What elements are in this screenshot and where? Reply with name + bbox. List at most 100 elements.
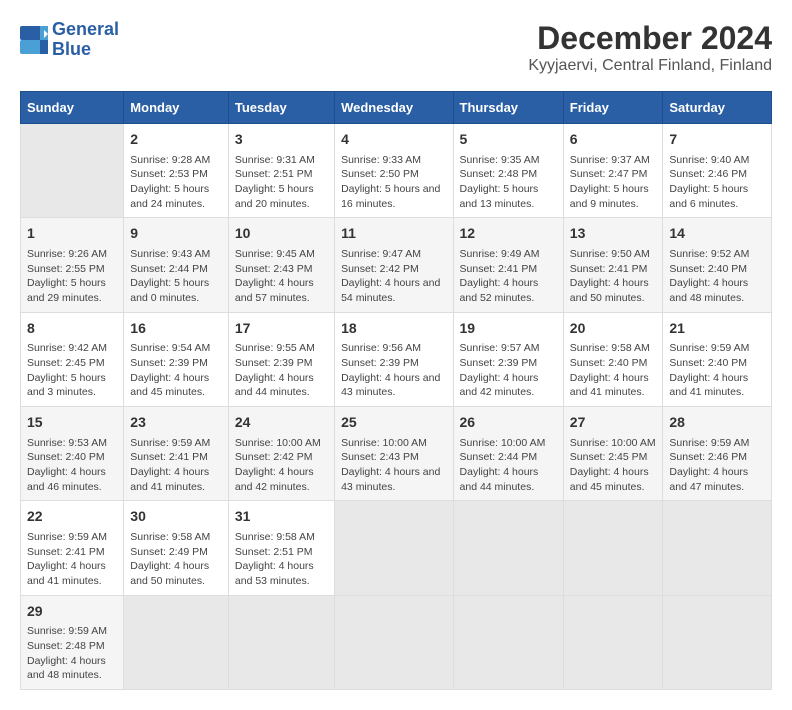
day-info: Sunrise: 9:37 AM Sunset: 2:47 PM Dayligh… (570, 153, 657, 212)
calendar-cell: 30 Sunrise: 9:58 AM Sunset: 2:49 PM Dayl… (124, 501, 229, 595)
col-monday: Monday (124, 92, 229, 124)
calendar-table: Sunday Monday Tuesday Wednesday Thursday… (20, 91, 772, 690)
calendar-cell: 2 Sunrise: 9:28 AM Sunset: 2:53 PM Dayli… (124, 124, 229, 218)
day-number: 26 (460, 413, 557, 433)
day-number: 13 (570, 224, 657, 244)
calendar-cell: 8 Sunrise: 9:42 AM Sunset: 2:45 PM Dayli… (21, 312, 124, 406)
title-section: December 2024 Kyyjaervi, Central Finland… (528, 20, 772, 75)
calendar-row: 8 Sunrise: 9:42 AM Sunset: 2:45 PM Dayli… (21, 312, 772, 406)
day-number: 17 (235, 319, 328, 339)
calendar-cell (335, 501, 453, 595)
day-number: 22 (27, 507, 117, 527)
calendar-cell: 4 Sunrise: 9:33 AM Sunset: 2:50 PM Dayli… (335, 124, 453, 218)
calendar-cell: 7 Sunrise: 9:40 AM Sunset: 2:46 PM Dayli… (663, 124, 772, 218)
day-info: Sunrise: 9:59 AM Sunset: 2:41 PM Dayligh… (27, 530, 117, 589)
calendar-row: 22 Sunrise: 9:59 AM Sunset: 2:41 PM Dayl… (21, 501, 772, 595)
day-number: 23 (130, 413, 222, 433)
col-thursday: Thursday (453, 92, 563, 124)
day-info: Sunrise: 10:00 AM Sunset: 2:44 PM Daylig… (460, 436, 557, 495)
calendar-cell: 3 Sunrise: 9:31 AM Sunset: 2:51 PM Dayli… (228, 124, 334, 218)
logo: General Blue (20, 20, 119, 60)
col-wednesday: Wednesday (335, 92, 453, 124)
calendar-cell: 27 Sunrise: 10:00 AM Sunset: 2:45 PM Day… (563, 407, 663, 501)
day-number: 19 (460, 319, 557, 339)
calendar-cell (335, 595, 453, 689)
calendar-cell: 9 Sunrise: 9:43 AM Sunset: 2:44 PM Dayli… (124, 218, 229, 312)
day-number: 12 (460, 224, 557, 244)
calendar-cell: 31 Sunrise: 9:58 AM Sunset: 2:51 PM Dayl… (228, 501, 334, 595)
day-info: Sunrise: 10:00 AM Sunset: 2:42 PM Daylig… (235, 436, 328, 495)
calendar-cell: 29 Sunrise: 9:59 AM Sunset: 2:48 PM Dayl… (21, 595, 124, 689)
calendar-cell: 22 Sunrise: 9:59 AM Sunset: 2:41 PM Dayl… (21, 501, 124, 595)
day-number: 4 (341, 130, 446, 150)
day-number: 1 (27, 224, 117, 244)
day-info: Sunrise: 9:40 AM Sunset: 2:46 PM Dayligh… (669, 153, 765, 212)
calendar-cell (453, 595, 563, 689)
calendar-cell: 21 Sunrise: 9:59 AM Sunset: 2:40 PM Dayl… (663, 312, 772, 406)
day-info: Sunrise: 9:52 AM Sunset: 2:40 PM Dayligh… (669, 247, 765, 306)
day-info: Sunrise: 9:59 AM Sunset: 2:40 PM Dayligh… (669, 341, 765, 400)
day-info: Sunrise: 9:45 AM Sunset: 2:43 PM Dayligh… (235, 247, 328, 306)
calendar-cell: 13 Sunrise: 9:50 AM Sunset: 2:41 PM Dayl… (563, 218, 663, 312)
calendar-cell (228, 595, 334, 689)
calendar-cell (663, 501, 772, 595)
day-info: Sunrise: 9:31 AM Sunset: 2:51 PM Dayligh… (235, 153, 328, 212)
day-number: 10 (235, 224, 328, 244)
day-info: Sunrise: 10:00 AM Sunset: 2:45 PM Daylig… (570, 436, 657, 495)
calendar-row: 15 Sunrise: 9:53 AM Sunset: 2:40 PM Dayl… (21, 407, 772, 501)
calendar-cell: 12 Sunrise: 9:49 AM Sunset: 2:41 PM Dayl… (453, 218, 563, 312)
calendar-cell: 5 Sunrise: 9:35 AM Sunset: 2:48 PM Dayli… (453, 124, 563, 218)
calendar-cell: 14 Sunrise: 9:52 AM Sunset: 2:40 PM Dayl… (663, 218, 772, 312)
calendar-cell: 6 Sunrise: 9:37 AM Sunset: 2:47 PM Dayli… (563, 124, 663, 218)
header-row: Sunday Monday Tuesday Wednesday Thursday… (21, 92, 772, 124)
day-number: 7 (669, 130, 765, 150)
day-number: 27 (570, 413, 657, 433)
day-info: Sunrise: 9:43 AM Sunset: 2:44 PM Dayligh… (130, 247, 222, 306)
day-number: 21 (669, 319, 765, 339)
day-info: Sunrise: 9:42 AM Sunset: 2:45 PM Dayligh… (27, 341, 117, 400)
day-number: 8 (27, 319, 117, 339)
day-info: Sunrise: 9:55 AM Sunset: 2:39 PM Dayligh… (235, 341, 328, 400)
day-number: 3 (235, 130, 328, 150)
top-header: General Blue December 2024 Kyyjaervi, Ce… (20, 20, 772, 83)
calendar-cell: 10 Sunrise: 9:45 AM Sunset: 2:43 PM Dayl… (228, 218, 334, 312)
col-sunday: Sunday (21, 92, 124, 124)
page-container: General Blue December 2024 Kyyjaervi, Ce… (20, 20, 772, 690)
day-number: 14 (669, 224, 765, 244)
day-info: Sunrise: 9:56 AM Sunset: 2:39 PM Dayligh… (341, 341, 446, 400)
day-number: 6 (570, 130, 657, 150)
day-number: 16 (130, 319, 222, 339)
calendar-cell: 1 Sunrise: 9:26 AM Sunset: 2:55 PM Dayli… (21, 218, 124, 312)
calendar-cell (124, 595, 229, 689)
col-friday: Friday (563, 92, 663, 124)
main-title: December 2024 (528, 20, 772, 57)
calendar-cell: 25 Sunrise: 10:00 AM Sunset: 2:43 PM Day… (335, 407, 453, 501)
day-info: Sunrise: 9:49 AM Sunset: 2:41 PM Dayligh… (460, 247, 557, 306)
day-info: Sunrise: 9:33 AM Sunset: 2:50 PM Dayligh… (341, 153, 446, 212)
day-info: Sunrise: 9:28 AM Sunset: 2:53 PM Dayligh… (130, 153, 222, 212)
day-info: Sunrise: 9:58 AM Sunset: 2:49 PM Dayligh… (130, 530, 222, 589)
calendar-cell (453, 501, 563, 595)
day-number: 31 (235, 507, 328, 527)
day-info: Sunrise: 9:54 AM Sunset: 2:39 PM Dayligh… (130, 341, 222, 400)
calendar-cell (663, 595, 772, 689)
calendar-cell: 24 Sunrise: 10:00 AM Sunset: 2:42 PM Day… (228, 407, 334, 501)
calendar-cell (563, 501, 663, 595)
calendar-cell: 17 Sunrise: 9:55 AM Sunset: 2:39 PM Dayl… (228, 312, 334, 406)
col-saturday: Saturday (663, 92, 772, 124)
day-info: Sunrise: 9:59 AM Sunset: 2:46 PM Dayligh… (669, 436, 765, 495)
day-info: Sunrise: 9:50 AM Sunset: 2:41 PM Dayligh… (570, 247, 657, 306)
col-tuesday: Tuesday (228, 92, 334, 124)
day-number: 2 (130, 130, 222, 150)
calendar-cell (21, 124, 124, 218)
subtitle: Kyyjaervi, Central Finland, Finland (528, 57, 772, 75)
calendar-cell: 18 Sunrise: 9:56 AM Sunset: 2:39 PM Dayl… (335, 312, 453, 406)
calendar-cell: 15 Sunrise: 9:53 AM Sunset: 2:40 PM Dayl… (21, 407, 124, 501)
day-number: 20 (570, 319, 657, 339)
day-number: 11 (341, 224, 446, 244)
day-info: Sunrise: 9:47 AM Sunset: 2:42 PM Dayligh… (341, 247, 446, 306)
day-info: Sunrise: 9:35 AM Sunset: 2:48 PM Dayligh… (460, 153, 557, 212)
day-number: 28 (669, 413, 765, 433)
calendar-row: 1 Sunrise: 9:26 AM Sunset: 2:55 PM Dayli… (21, 218, 772, 312)
calendar-row: 29 Sunrise: 9:59 AM Sunset: 2:48 PM Dayl… (21, 595, 772, 689)
